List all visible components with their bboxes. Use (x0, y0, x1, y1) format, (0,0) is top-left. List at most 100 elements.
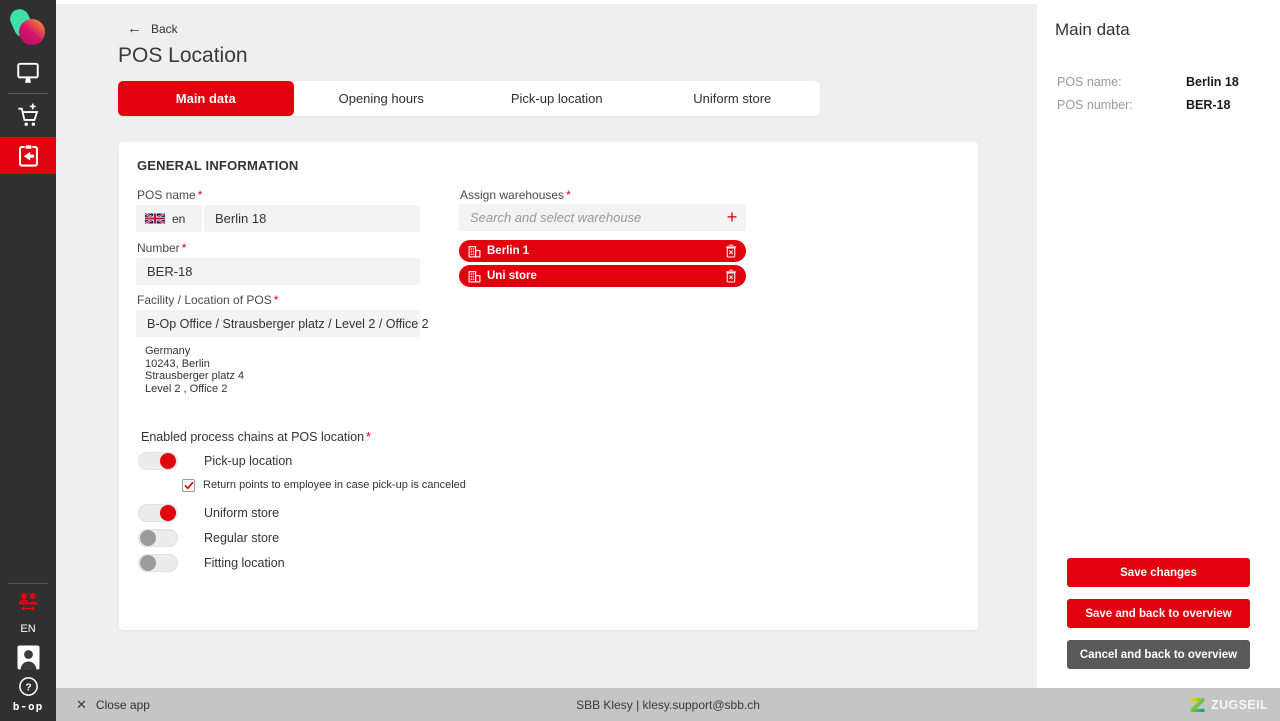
remove-warehouse-button[interactable] (725, 269, 737, 283)
address-line: 10243, Berlin (145, 358, 244, 371)
facility-select[interactable]: B-Op Office / Strausberger platz / Level… (136, 310, 420, 337)
close-icon: ✕ (76, 697, 87, 713)
warehouse-icon (468, 270, 481, 283)
summary-pos-name-value: Berlin 18 (1186, 75, 1239, 89)
sidebar-item-pos-location[interactable] (0, 137, 56, 174)
language-selector[interactable]: en (136, 205, 202, 232)
toggle-row-regular-store: Regular store (138, 529, 279, 547)
warehouse-chip-label: Berlin 1 (487, 245, 529, 257)
address-line: Level 2 , Office 2 (145, 383, 244, 396)
trash-icon (725, 269, 737, 283)
required-asterisk: * (274, 293, 279, 307)
toggle-row-fitting-location: Fitting location (138, 554, 285, 572)
back-label: Back (151, 22, 178, 36)
sidebar-divider (8, 583, 48, 584)
tab-uniform-store[interactable]: Uniform store (645, 81, 821, 116)
sidebar-item-team[interactable] (0, 589, 56, 615)
toggle-label: Uniform store (204, 506, 279, 520)
required-asterisk: * (182, 241, 187, 255)
save-and-back-button[interactable]: Save and back to overview (1067, 599, 1250, 628)
save-changes-button[interactable]: Save changes (1067, 558, 1250, 587)
return-points-row: Return points to employee in case pick-u… (182, 478, 466, 492)
tab-bar: Main data Opening hours Pick-up location… (118, 81, 820, 116)
summary-pos-name-label: POS name: (1057, 75, 1122, 89)
sidebar-language[interactable]: EN (0, 620, 56, 638)
add-warehouse-button[interactable]: + (718, 204, 746, 231)
sidebar-divider (8, 93, 48, 94)
toggle-label: Regular store (204, 531, 279, 545)
warehouse-chip-uni-store: Uni store (459, 265, 746, 287)
zugseil-brand: ZUGSEIL (1189, 697, 1268, 713)
svg-text:?: ? (25, 681, 31, 693)
tab-opening-hours[interactable]: Opening hours (294, 81, 470, 116)
tab-main-data[interactable]: Main data (118, 81, 294, 116)
return-points-checkbox[interactable] (182, 479, 195, 492)
pos-name-input[interactable] (204, 205, 420, 232)
app-logo-icon (9, 7, 47, 49)
avatar-icon (17, 645, 40, 670)
close-app-label: Close app (96, 698, 150, 712)
back-arrow-icon: ← (127, 21, 142, 36)
close-app-button[interactable]: ✕ Close app (76, 697, 150, 713)
zugseil-brand-text: ZUGSEIL (1211, 698, 1268, 712)
regular-store-toggle[interactable] (138, 529, 178, 547)
toggle-knob (140, 530, 156, 546)
warehouse-chip-label: Uni store (487, 270, 537, 282)
warehouse-icon (468, 245, 481, 258)
pickup-location-toggle[interactable] (138, 452, 178, 470)
tab-pickup-location[interactable]: Pick-up location (469, 81, 645, 116)
zugseil-logo-icon (1189, 697, 1206, 713)
checkbox-label: Return points to employee in case pick-u… (203, 479, 466, 491)
toggle-label: Fitting location (204, 556, 285, 570)
clipboard-return-icon (15, 142, 42, 170)
app-logo[interactable] (0, 5, 56, 51)
sidebar-brand: b-op (0, 698, 56, 714)
number-input[interactable] (136, 258, 420, 285)
top-edge-strip (56, 0, 1280, 4)
cancel-and-back-button[interactable]: Cancel and back to overview (1067, 640, 1250, 669)
toggle-knob (160, 505, 176, 521)
uk-flag-icon (145, 213, 165, 224)
app-window: EN ? b-op ← Back POS Locat (0, 0, 1280, 721)
section-title: GENERAL INFORMATION (137, 158, 298, 173)
toggle-row-pickup-location: Pick-up location (138, 452, 292, 470)
sidebar-item-help[interactable]: ? (0, 674, 56, 698)
sidebar: EN ? b-op (0, 0, 56, 721)
summary-title: Main data (1055, 20, 1130, 40)
bop-logo: b-op (13, 700, 44, 713)
sidebar-item-cart[interactable] (0, 98, 56, 134)
facility-value: B-Op Office / Strausberger platz / Level… (147, 317, 429, 331)
remove-warehouse-button[interactable] (725, 244, 737, 258)
assign-warehouses-label: Assign warehouses* (460, 188, 571, 202)
team-icon (15, 591, 41, 614)
general-information-card: GENERAL INFORMATION POS name* en Number*… (119, 142, 978, 630)
toggle-knob (140, 555, 156, 571)
language-label: EN (20, 623, 35, 635)
footer-bar: SBB Klesy | klesy.support@sbb.ch ✕ Close… (56, 688, 1280, 721)
warehouse-chip-berlin-1: Berlin 1 (459, 240, 746, 262)
page-title: POS Location (118, 44, 248, 68)
required-asterisk: * (566, 188, 571, 202)
warehouse-search-input[interactable] (459, 204, 718, 231)
required-asterisk: * (366, 430, 371, 444)
address-line: Germany (145, 345, 244, 358)
summary-pos-number-label: POS number: (1057, 98, 1133, 112)
facility-address: Germany 10243, Berlin Strausberger platz… (145, 345, 244, 395)
cart-plus-icon (15, 102, 42, 130)
sidebar-item-profile[interactable] (0, 643, 56, 671)
number-label: Number* (137, 241, 186, 255)
address-line: Strausberger platz 4 (145, 370, 244, 383)
summary-panel: Main data POS name: Berlin 18 POS number… (1037, 0, 1280, 688)
fitting-location-toggle[interactable] (138, 554, 178, 572)
toggle-knob (160, 453, 176, 469)
checkmark-icon (184, 481, 194, 490)
uniform-store-toggle[interactable] (138, 504, 178, 522)
summary-pos-number-value: BER-18 (1186, 98, 1230, 112)
back-button[interactable]: ← Back (127, 21, 178, 36)
warehouse-search-box: + (459, 204, 746, 231)
trash-icon (725, 244, 737, 258)
sidebar-item-monitor[interactable] (0, 56, 56, 88)
language-code: en (172, 212, 185, 226)
help-icon: ? (18, 676, 39, 697)
monitor-icon (15, 60, 41, 85)
